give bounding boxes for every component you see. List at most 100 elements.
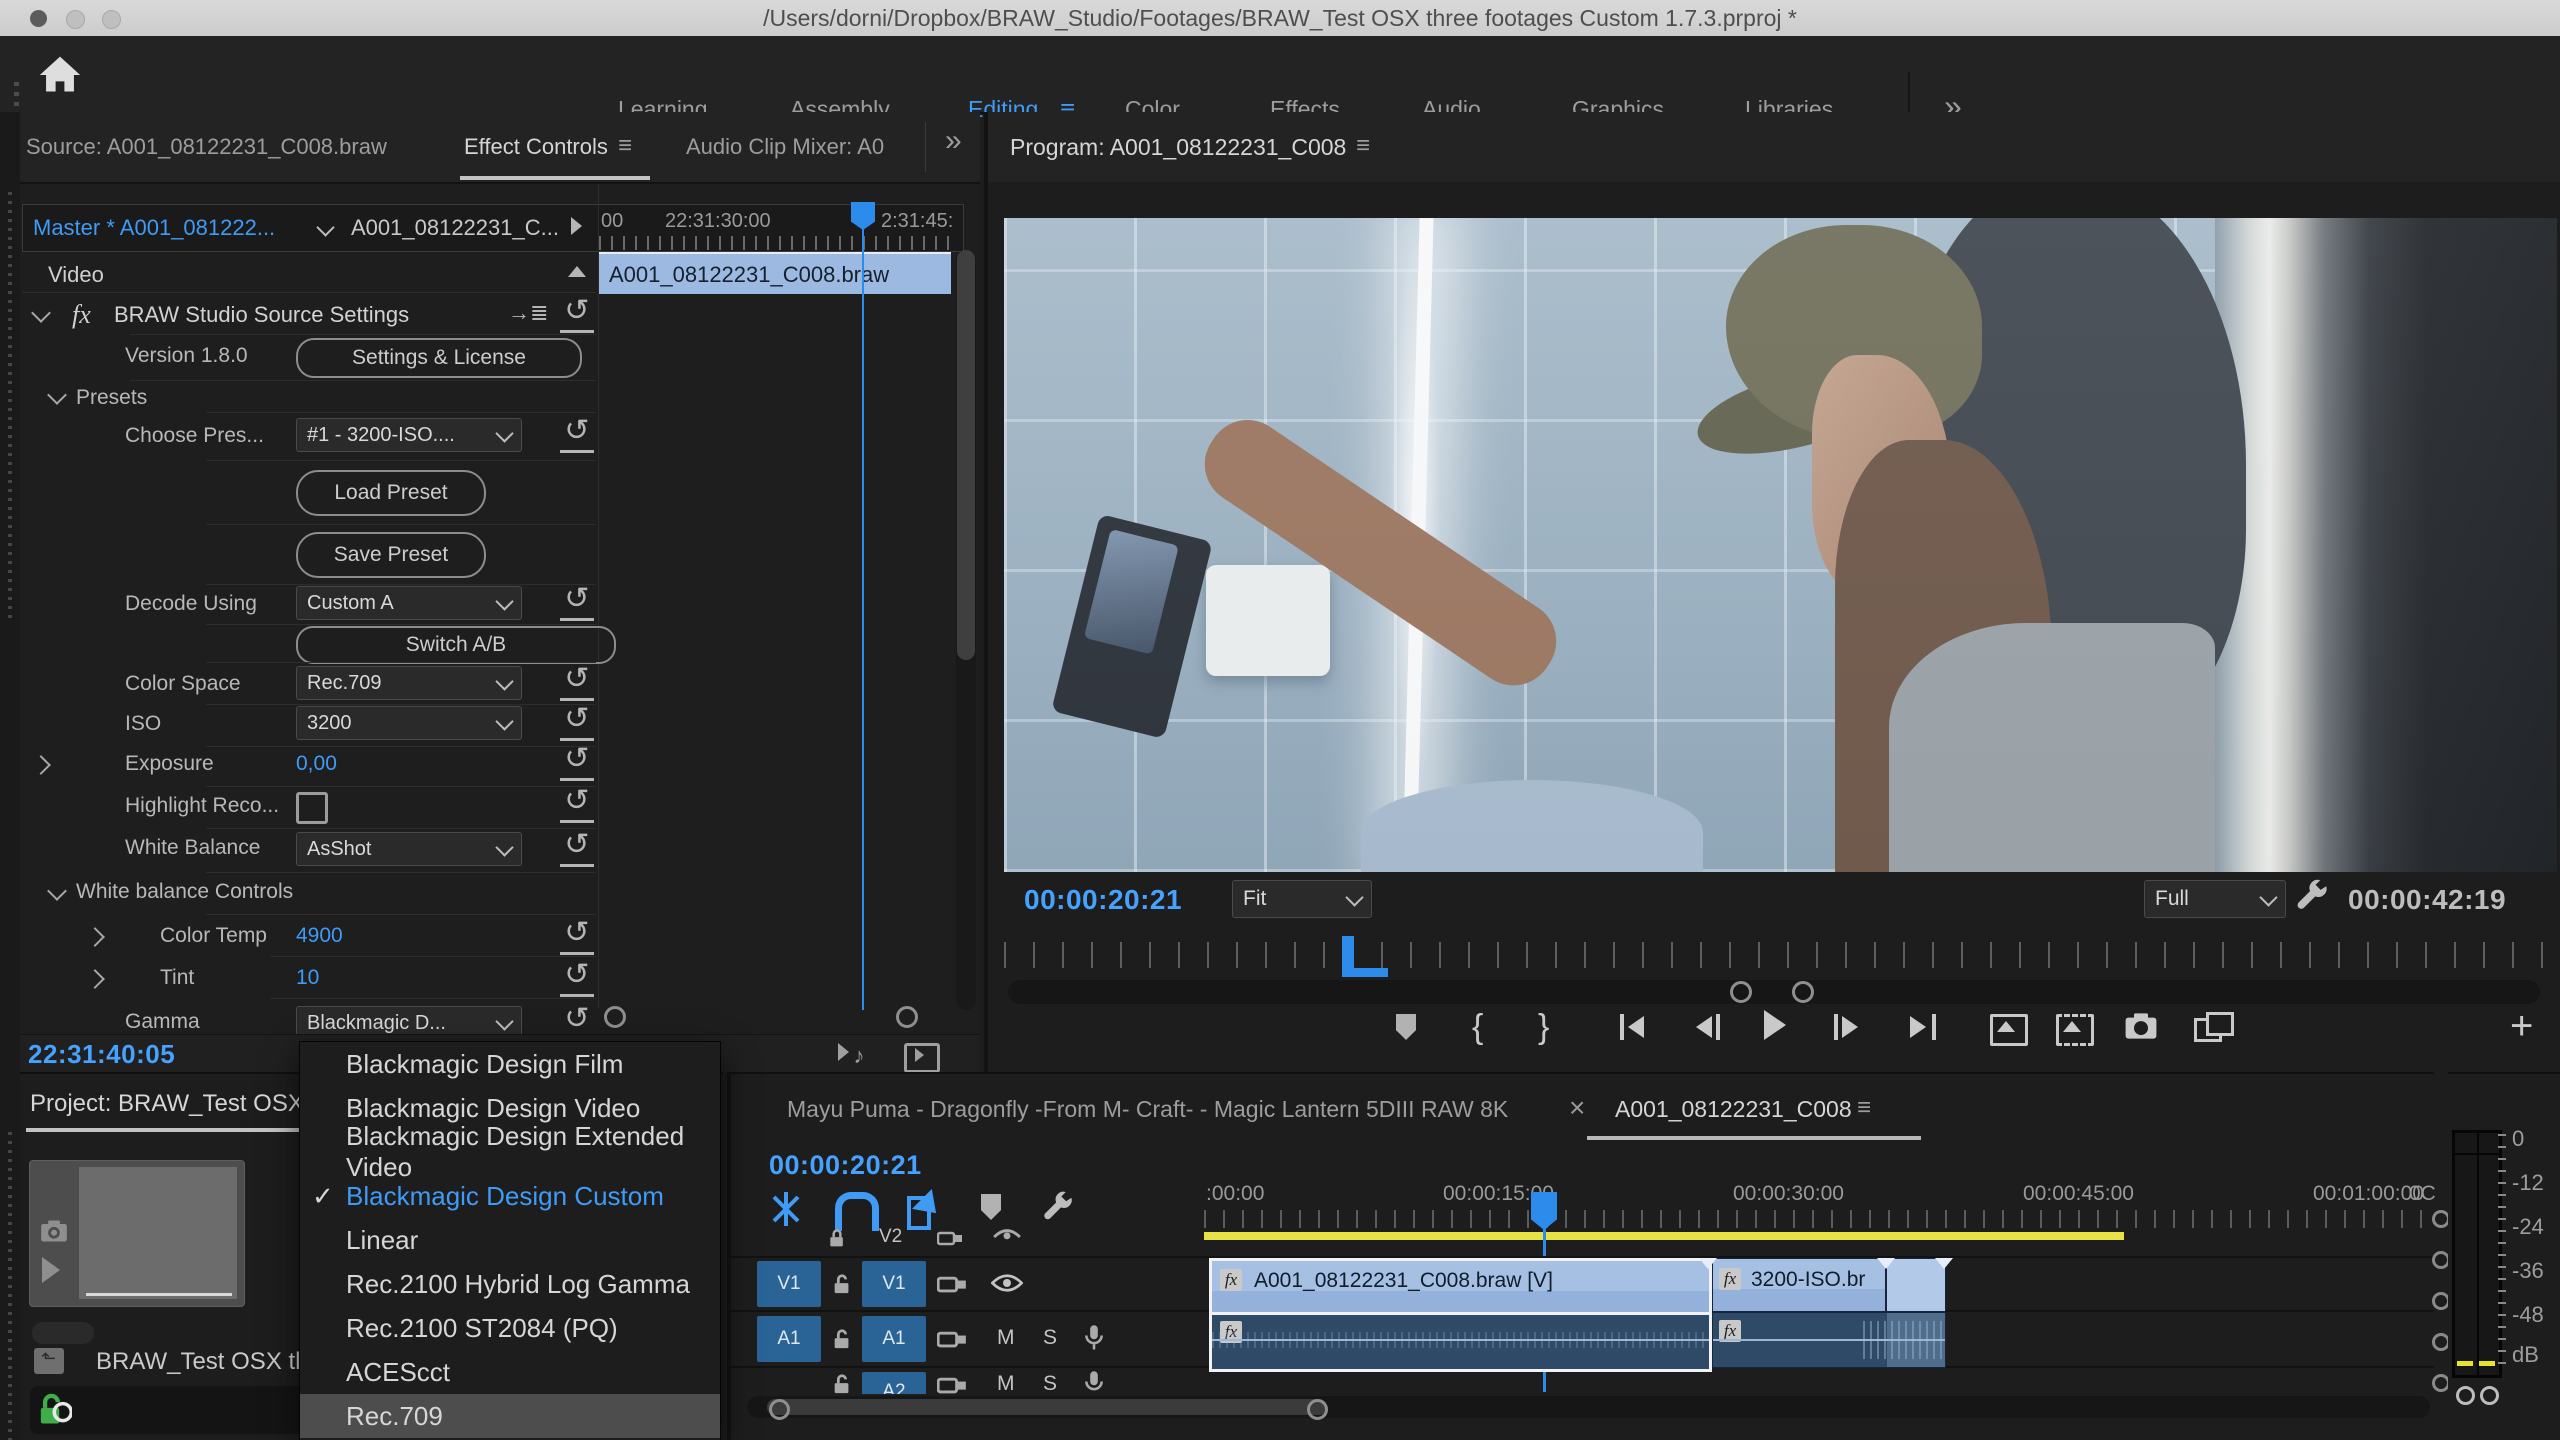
go-to-out-button[interactable]: [1906, 1014, 1940, 1040]
tab-audio-clip-mixer[interactable]: Audio Clip Mixer: A0: [686, 134, 884, 160]
step-back-button[interactable]: [1692, 1014, 1722, 1040]
track-v1-source-patch[interactable]: V1: [757, 1261, 821, 1307]
menu-item-bmd-film[interactable]: Blackmagic Design Film: [300, 1042, 720, 1086]
save-preset-button[interactable]: Save Preset: [296, 532, 486, 578]
tab-effect-controls[interactable]: Effect Controls: [464, 134, 608, 160]
ec-hscroll-left-knob[interactable]: [604, 1006, 626, 1028]
timeline-tab-inactive[interactable]: Mayu Puma - Dragonfly -From M- Craft- - …: [787, 1096, 1508, 1123]
choose-preset-dropdown[interactable]: #1 - 3200-ISO....: [296, 418, 522, 452]
ec-hscroll-right-knob[interactable]: [896, 1006, 918, 1028]
project-panel-tab[interactable]: Project: BRAW_Test OSX th: [30, 1090, 331, 1118]
project-unlocked-icon[interactable]: [38, 1392, 72, 1428]
track-a2-mic-icon[interactable]: [1083, 1370, 1105, 1394]
program-settings-wrench-icon[interactable]: [2292, 878, 2330, 916]
track-a2-target-toggle[interactable]: A2: [862, 1372, 926, 1394]
effect-controls-panel-menu-icon[interactable]: ≡: [618, 132, 632, 160]
program-scroll-left-knob[interactable]: [1730, 981, 1752, 1003]
menu-item-rec2100-pq[interactable]: Rec.2100 ST2084 (PQ): [300, 1306, 720, 1350]
braw-reset-icon[interactable]: ↺: [560, 296, 594, 333]
program-video-frame[interactable]: [1004, 218, 2557, 872]
meter-solo-right[interactable]: [2480, 1386, 2499, 1405]
track-v2-label[interactable]: V2: [879, 1226, 902, 1248]
ec-vscroll-thumb[interactable]: [957, 250, 975, 660]
go-to-in-button[interactable]: [1620, 1014, 1654, 1040]
ec-playhead-head[interactable]: [851, 202, 875, 230]
audio-clip-2[interactable]: fx: [1712, 1312, 1946, 1368]
home-button[interactable]: [38, 54, 82, 96]
iso-dropdown[interactable]: 3200: [296, 706, 522, 740]
track-a1-lock-icon[interactable]: [831, 1327, 853, 1351]
audio-clip-selected[interactable]: fx: [1209, 1312, 1712, 1372]
ec-current-timecode[interactable]: 22:31:40:05: [28, 1039, 175, 1070]
wb-controls-label[interactable]: White balance Controls: [76, 880, 293, 904]
add-marker-button[interactable]: [1396, 1014, 1416, 1040]
track-v2-lock-icon[interactable]: [827, 1228, 847, 1248]
project-thumbnail[interactable]: [29, 1160, 245, 1307]
color-temp-expander-icon[interactable]: [85, 927, 105, 947]
switch-ab-button[interactable]: Switch A/B: [296, 626, 616, 664]
tint-reset-icon[interactable]: ↺: [560, 960, 594, 997]
timeline-tab-active[interactable]: A001_08122231_C008: [1615, 1096, 1852, 1123]
extract-button[interactable]: [2056, 1014, 2094, 1046]
left-tabs-overflow-icon[interactable]: »: [945, 124, 962, 158]
track-a2-lock-icon[interactable]: [831, 1372, 853, 1394]
timeline-hscroll-left-knob[interactable]: [769, 1399, 790, 1420]
video-section-collapse-icon[interactable]: [568, 266, 586, 277]
track-v1-target-toggle[interactable]: V1: [862, 1261, 926, 1307]
exposure-value[interactable]: 0,00: [296, 752, 337, 776]
master-clip-selector[interactable]: Master * A001_081222...: [33, 215, 275, 241]
track-a2-mute-button[interactable]: M: [997, 1372, 1015, 1394]
presets-expander-icon[interactable]: [47, 385, 67, 405]
thumbnail-play-icon[interactable]: [42, 1257, 60, 1283]
track-a2-sync-lock-icon[interactable]: [937, 1373, 967, 1394]
comparison-view-button[interactable]: [2194, 1012, 2230, 1042]
master-clip-chevron-icon[interactable]: [316, 218, 334, 236]
ec-clip-bar[interactable]: A001_08122231_C008.braw: [599, 252, 951, 294]
track-v1-output-eye-icon[interactable]: [991, 1272, 1023, 1294]
video-section-header[interactable]: Video: [48, 262, 104, 288]
header-play-triangle-icon[interactable]: [571, 217, 582, 235]
white-balance-reset-icon[interactable]: ↺: [560, 830, 594, 867]
ec-ruler-ticks[interactable]: [599, 236, 953, 250]
iso-reset-icon[interactable]: ↺: [560, 704, 594, 741]
track-a1-solo-button[interactable]: S: [1043, 1326, 1057, 1350]
load-preset-button[interactable]: Load Preset: [296, 470, 486, 516]
track-v1-lock-icon[interactable]: [831, 1272, 853, 1296]
sequence-clip-name[interactable]: A001_08122231_C...: [351, 215, 559, 241]
play-button[interactable]: [1764, 1010, 1786, 1040]
timeline-hscroll-thumb[interactable]: [767, 1399, 1327, 1415]
color-space-dropdown[interactable]: Rec.709: [296, 666, 522, 700]
mark-out-button[interactable]: }: [1538, 1008, 1549, 1047]
timeline-current-timecode[interactable]: 00:00:20:21: [769, 1150, 922, 1181]
program-resolution-dropdown[interactable]: Full: [2144, 880, 2286, 918]
white-balance-dropdown[interactable]: AsShot: [296, 832, 522, 866]
track-a1-target-toggle[interactable]: A1: [862, 1316, 926, 1362]
track-a1-sync-lock-icon[interactable]: [937, 1327, 967, 1351]
video-clip-2[interactable]: fx 3200-ISO.br: [1712, 1258, 1886, 1312]
track-v2-output-eye-icon[interactable]: [993, 1228, 1021, 1246]
program-monitor-tab[interactable]: Program: A001_08122231_C008: [1010, 134, 1346, 161]
audio-meter-box[interactable]: [2452, 1130, 2502, 1378]
menu-item-bmd-extended-video[interactable]: Blackmagic Design Extended Video: [300, 1130, 720, 1174]
video-clip-selected[interactable]: fx A001_08122231_C008.braw [V]: [1209, 1258, 1712, 1316]
tint-value[interactable]: 10: [296, 966, 319, 990]
wb-controls-expander-icon[interactable]: [47, 881, 67, 901]
show-keyframes-icon[interactable]: →≣: [508, 300, 548, 326]
export-frame-icon[interactable]: [904, 1043, 940, 1073]
exposure-expander-icon[interactable]: [31, 755, 51, 775]
timeline-add-marker-icon[interactable]: [981, 1194, 1001, 1220]
export-frame-button[interactable]: [2124, 1012, 2158, 1040]
program-scrollbar[interactable]: [1008, 980, 2540, 1004]
choose-preset-reset-icon[interactable]: ↺: [560, 416, 594, 453]
presets-label[interactable]: Presets: [76, 386, 147, 410]
tab-source-monitor[interactable]: Source: A001_08122231_C008.braw: [26, 134, 387, 160]
color-space-reset-icon[interactable]: ↺: [560, 664, 594, 701]
menu-item-rec709[interactable]: Rec.709: [300, 1394, 720, 1438]
timeline-hscrollbar[interactable]: [747, 1396, 2430, 1418]
timeline-tab-close-icon[interactable]: ×: [1569, 1092, 1585, 1124]
menu-item-rec2100-hlg[interactable]: Rec.2100 Hybrid Log Gamma: [300, 1262, 720, 1306]
track-v2-sync-lock-icon[interactable]: [937, 1228, 963, 1248]
highlight-recovery-checkbox[interactable]: [296, 792, 328, 824]
project-filter-pill[interactable]: [32, 1322, 94, 1344]
tint-expander-icon[interactable]: [85, 969, 105, 989]
